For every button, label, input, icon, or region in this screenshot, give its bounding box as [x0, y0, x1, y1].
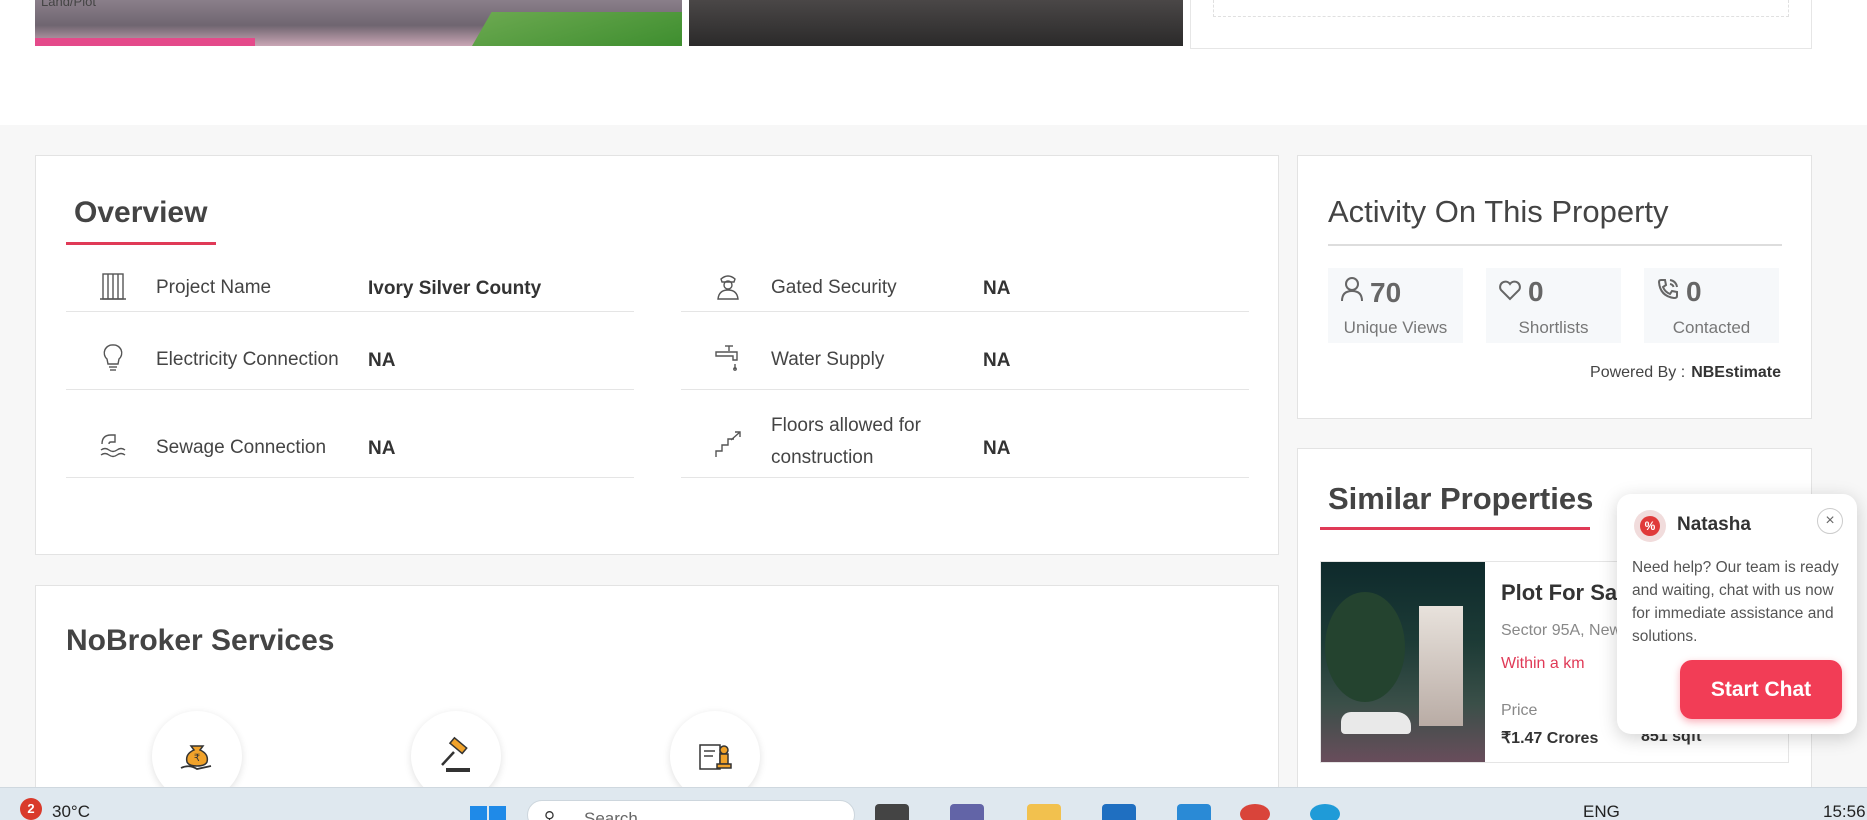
overview-label: Project Name [156, 277, 272, 298]
stat-label: Shortlists [1518, 318, 1589, 337]
discount-badge-icon: % [1640, 516, 1660, 536]
overview-row-water-supply: Water Supply NA [681, 312, 1249, 390]
heart-icon [1498, 276, 1522, 308]
overview-label: Gated Security [771, 277, 897, 298]
activity-title: Activity On This Property [1328, 194, 1669, 229]
similar-title: Similar Properties [1328, 481, 1594, 516]
overview-label: Electricity Connection [156, 349, 339, 370]
photo-tag: Land/Plot [41, 0, 96, 9]
nobroker-services-card: NoBroker Services ₹ [35, 585, 1279, 820]
close-icon[interactable]: × [1817, 508, 1843, 534]
windows-taskbar: 2 30°C ⚲ Search ENG 15:56 [0, 787, 1867, 820]
stat-value-row: 0 [1498, 276, 1544, 308]
powered-by: Powered By : NBEstimate [1590, 364, 1781, 382]
taskbar-search-placeholder: Search [584, 809, 638, 820]
language-indicator[interactable]: ENG [1583, 802, 1620, 820]
similar-property-name[interactable]: Plot For Sal [1501, 580, 1623, 606]
task-view-icon[interactable] [875, 804, 909, 820]
overview-value: NA [983, 278, 1011, 299]
overview-value: Ivory Silver County [368, 278, 542, 299]
clock[interactable]: 15:56 [1823, 802, 1866, 820]
overview-row-project-name: Project Name Ivory Silver County [66, 266, 634, 312]
chat-popup: % Natasha × Need help? Our team is ready… [1617, 494, 1857, 734]
photo-building [1419, 606, 1463, 726]
stat-value-row: 70 [1340, 276, 1401, 309]
chrome-icon[interactable] [1240, 804, 1270, 820]
chat-agent-name: Natasha [1677, 514, 1751, 535]
bulb-icon [98, 342, 128, 372]
stat-label: Unique Views [1343, 318, 1448, 337]
overview-label: Sewage Connection [156, 437, 327, 458]
teams-icon[interactable] [950, 804, 984, 820]
stat-unique-views: 70 Unique Views [1328, 268, 1463, 343]
overview-value: NA [983, 350, 1011, 371]
top-side-card-inner [1213, 0, 1789, 17]
photo-grass [472, 12, 682, 46]
weather-temperature[interactable]: 30°C [52, 802, 90, 820]
stat-label: Contacted [1672, 318, 1751, 337]
overview-label: Water Supply [771, 349, 885, 370]
similar-underline [1320, 527, 1590, 530]
overview-row-electricity: Electricity Connection NA [66, 312, 634, 390]
overview-row-sewage: Sewage Connection NA [66, 390, 634, 478]
stat-value: 0 [1686, 276, 1702, 307]
vscode-icon[interactable] [1177, 804, 1211, 820]
overview-value: NA [368, 438, 396, 459]
overview-value: NA [983, 438, 1011, 459]
weather-badge[interactable]: 2 [20, 798, 42, 820]
building-icon [98, 271, 128, 301]
stat-value: 0 [1528, 276, 1544, 307]
similar-property-photo[interactable] [1321, 562, 1485, 762]
services-title: NoBroker Services [66, 624, 335, 657]
property-photo-1[interactable]: Land/Plot [35, 0, 682, 46]
overview-label: Floors allowed for construction [771, 415, 921, 468]
chat-message: Need help? Our team is ready and waiting… [1632, 559, 1839, 645]
stat-value: 70 [1370, 276, 1402, 308]
security-guard-icon [713, 271, 743, 301]
similar-property-distance: Within a km [1501, 655, 1585, 672]
photo-car [1341, 712, 1411, 734]
overview-value: NA [368, 350, 396, 371]
activity-divider [1328, 244, 1782, 246]
chat-agent-avatar: % [1634, 510, 1666, 542]
user-icon [1340, 276, 1364, 309]
stat-value-row: 0 [1656, 276, 1702, 308]
stairs-icon [713, 430, 743, 460]
overview-card: Overview Project Name Ivory Silver Count… [35, 155, 1279, 555]
start-chat-button[interactable]: Start Chat [1680, 660, 1842, 719]
stat-shortlists: 0 Shortlists [1486, 268, 1621, 343]
powered-by-brand: NBEstimate [1691, 364, 1781, 381]
sewage-icon [98, 430, 128, 460]
photo-tree [1325, 592, 1405, 702]
overview-title: Overview [74, 196, 208, 229]
activity-card: Activity On This Property 70 Unique View… [1297, 155, 1812, 419]
overview-row-gated-security: Gated Security NA [681, 266, 1249, 312]
phone-icon [1656, 276, 1680, 308]
water-tap-icon [713, 342, 743, 372]
svg-text:₹: ₹ [194, 753, 200, 764]
photo-stripe [35, 38, 255, 46]
similar-property-price: ₹1.47 Crores [1501, 730, 1599, 747]
overview-row-floors-allowed: Floors allowed for construction NA [681, 390, 1249, 478]
windows-start-icon[interactable] [470, 806, 506, 820]
store-icon[interactable] [1102, 804, 1136, 820]
similar-property-price-label: Price [1501, 702, 1538, 719]
powered-by-label: Powered By : [1590, 364, 1686, 381]
top-side-card [1190, 0, 1812, 49]
property-photo-2[interactable] [689, 0, 1183, 46]
edge-icon[interactable] [1310, 804, 1340, 820]
top-strip: Land/Plot [0, 0, 1867, 125]
stat-contacted: 0 Contacted [1644, 268, 1779, 343]
file-explorer-icon[interactable] [1027, 804, 1061, 820]
similar-property-location: Sector 95A, New [1501, 622, 1622, 639]
taskbar-search[interactable]: ⚲ Search [527, 800, 855, 820]
search-icon: ⚲ [544, 809, 555, 820]
overview-underline [66, 242, 216, 245]
